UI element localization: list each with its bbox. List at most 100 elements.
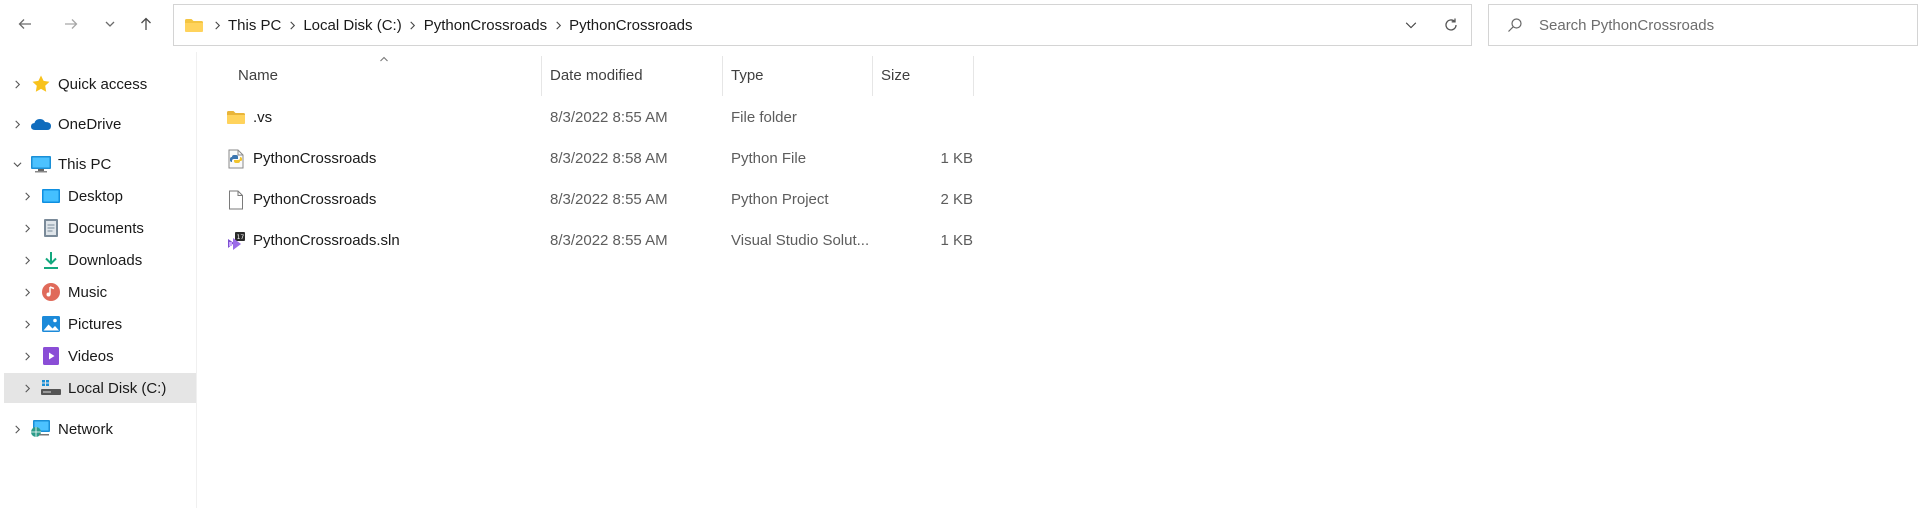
navigation-pane: Quick access OneDrive This PC Desktop Do… — [0, 52, 197, 508]
file-name: PythonCrossroads — [253, 190, 377, 208]
search-icon — [1508, 18, 1522, 32]
chevron-down-icon — [105, 21, 115, 27]
refresh-icon — [1445, 18, 1457, 31]
vs-solution-icon: 17 — [228, 232, 245, 250]
sidebar-item-documents[interactable]: Documents — [0, 213, 196, 243]
sidebar-item-label: Quick access — [58, 75, 148, 93]
chevron-right-icon[interactable] — [20, 253, 34, 267]
sidebar-item-label: Local Disk (C:) — [68, 379, 167, 397]
pictures-icon — [40, 314, 62, 334]
sidebar-item-label: Videos — [68, 347, 114, 365]
folder-icon — [185, 19, 203, 32]
chevron-right-icon[interactable] — [406, 18, 420, 32]
address-bar[interactable]: This PC Local Disk (C:) PythonCrossroads… — [173, 4, 1472, 46]
sidebar-item-label: Music — [68, 283, 108, 301]
chevron-right-icon[interactable] — [285, 18, 299, 32]
file-type: File folder — [731, 108, 797, 126]
file-row[interactable]: 17 PythonCrossroads.sln 8/3/2022 8:55 AM… — [220, 223, 1185, 257]
download-icon — [40, 250, 62, 270]
sidebar-item-label: OneDrive — [58, 115, 122, 133]
folder-icon — [227, 111, 245, 124]
file-name: PythonCrossroads — [253, 149, 377, 167]
music-icon — [40, 282, 62, 302]
file-date: 8/3/2022 8:58 AM — [550, 149, 668, 167]
sidebar-item-this-pc[interactable]: This PC — [0, 149, 196, 179]
column-divider[interactable] — [722, 56, 723, 96]
chevron-right-icon[interactable] — [20, 349, 34, 363]
sort-ascending-icon — [380, 56, 388, 62]
file-name: PythonCrossroads.sln — [253, 231, 400, 249]
address-history-button[interactable] — [1391, 5, 1431, 45]
column-divider[interactable] — [541, 56, 542, 96]
column-header-date-modified[interactable]: Date modified — [550, 52, 643, 98]
chevron-right-icon[interactable] — [20, 189, 34, 203]
breadcrumb: This PC Local Disk (C:) PythonCrossroads… — [210, 17, 697, 34]
sidebar-item-network[interactable]: Network — [0, 414, 196, 444]
chevron-right-icon[interactable] — [10, 422, 24, 436]
file-list: Name Date modified Type Size .vs 8/3/202… — [205, 52, 1920, 508]
sidebar-item-downloads[interactable]: Downloads — [0, 245, 196, 275]
file-size: 1 KB — [940, 231, 973, 249]
chevron-right-icon[interactable] — [20, 221, 34, 235]
sidebar-item-label: Desktop — [68, 187, 124, 205]
sidebar-item-label: Network — [58, 420, 114, 438]
chevron-down-icon — [1405, 22, 1417, 29]
file-date: 8/3/2022 8:55 AM — [550, 108, 668, 126]
python-file-icon — [228, 149, 244, 169]
svg-text:17: 17 — [237, 234, 245, 241]
recent-locations-button[interactable] — [96, 10, 124, 38]
column-divider[interactable] — [872, 56, 873, 96]
up-button[interactable] — [132, 10, 160, 38]
arrow-right-icon — [65, 19, 78, 29]
column-header-name[interactable]: Name — [238, 52, 278, 98]
forward-button[interactable] — [57, 10, 85, 38]
cloud-icon — [30, 114, 52, 134]
search-input[interactable] — [1537, 15, 1901, 35]
file-row[interactable]: PythonCrossroads 8/3/2022 8:58 AM Python… — [220, 141, 1185, 175]
column-header-size[interactable]: Size — [881, 52, 910, 98]
breadcrumb-this-pc[interactable]: This PC — [224, 17, 285, 34]
file-name: .vs — [253, 108, 273, 126]
chevron-right-icon[interactable] — [20, 381, 34, 395]
sidebar-item-desktop[interactable]: Desktop — [0, 181, 196, 211]
file-type: Python File — [731, 149, 807, 167]
column-divider[interactable] — [973, 56, 974, 96]
chevron-right-icon[interactable] — [551, 18, 565, 32]
file-row[interactable]: .vs 8/3/2022 8:55 AM File folder — [220, 100, 1185, 134]
chevron-right-icon[interactable] — [10, 117, 24, 131]
search-box[interactable] — [1488, 4, 1918, 46]
chevron-right-icon[interactable] — [20, 285, 34, 299]
star-icon — [30, 74, 52, 94]
file-row[interactable]: PythonCrossroads 8/3/2022 8:55 AM Python… — [220, 182, 1185, 216]
sidebar-item-music[interactable]: Music — [0, 277, 196, 307]
refresh-button[interactable] — [1431, 5, 1471, 45]
chevron-right-icon[interactable] — [20, 317, 34, 331]
file-date: 8/3/2022 8:55 AM — [550, 231, 668, 249]
file-type: Python Project — [731, 190, 829, 208]
file-size: 2 KB — [940, 190, 973, 208]
computer-icon — [30, 154, 52, 174]
documents-icon — [40, 218, 62, 238]
file-date: 8/3/2022 8:55 AM — [550, 190, 668, 208]
breadcrumb-local-disk[interactable]: Local Disk (C:) — [299, 17, 405, 34]
sidebar-item-pictures[interactable]: Pictures — [0, 309, 196, 339]
chevron-right-icon[interactable] — [210, 18, 224, 32]
column-header-type[interactable]: Type — [731, 52, 764, 98]
back-button[interactable] — [11, 10, 39, 38]
chevron-down-icon[interactable] — [10, 157, 24, 171]
sidebar-item-onedrive[interactable]: OneDrive — [0, 109, 196, 139]
sidebar-item-quick-access[interactable]: Quick access — [0, 69, 196, 99]
videos-icon — [40, 346, 62, 366]
sidebar-item-local-disk[interactable]: Local Disk (C:) — [4, 373, 196, 403]
file-type: Visual Studio Solut... — [731, 231, 870, 249]
breadcrumb-folder[interactable]: PythonCrossroads — [420, 17, 551, 34]
arrow-up-icon — [141, 17, 151, 30]
breadcrumb-current[interactable]: PythonCrossroads — [565, 17, 696, 34]
chevron-right-icon[interactable] — [10, 77, 24, 91]
sidebar-item-label: Documents — [68, 219, 144, 237]
arrow-left-icon — [18, 19, 31, 29]
file-size: 1 KB — [940, 149, 973, 167]
sidebar-item-label: This PC — [58, 155, 112, 173]
file-size — [913, 100, 973, 134]
sidebar-item-videos[interactable]: Videos — [0, 341, 196, 371]
